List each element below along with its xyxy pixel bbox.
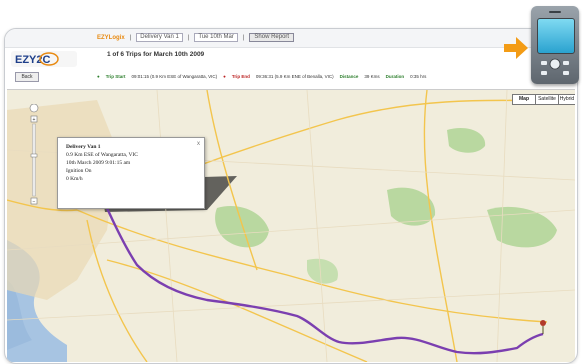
park-area (307, 258, 338, 284)
park-area (487, 206, 557, 248)
pan-icon (29, 104, 39, 113)
phone-icon (531, 6, 579, 84)
ezy2c-logo: EZY2C (11, 51, 77, 67)
trip-start-value: 09:01:15 (0.9 Km ESE of Wangaratta, VIC) (131, 74, 218, 79)
map-canvas[interactable] (7, 90, 575, 362)
distance-label: Distance (339, 74, 359, 79)
start-pin-icon: ● (97, 74, 100, 79)
date-select[interactable]: Tue 10th Mar (194, 33, 238, 42)
vehicle-select[interactable]: Delivery Van 1 (136, 33, 183, 42)
trip-end-value: 09:36:31 (5.9 Km ENE of Benalla, VIC) (255, 74, 334, 79)
popup-speed: 0 Km/h (66, 176, 83, 182)
info-popup: x Delivery Van 1 0.9 Km ESE of Wangaratt… (57, 137, 205, 209)
duration-value: 0:35 hrs (410, 74, 427, 79)
svg-text:−: − (33, 199, 36, 205)
show-report-button[interactable]: Show Report (249, 33, 295, 42)
svg-text:+: + (33, 117, 36, 123)
end-pin-icon: ● (223, 74, 226, 79)
trip-end-label: Trip End (231, 74, 250, 79)
map-view[interactable]: Map Satellite Hybrid + − x Delivery Van … (7, 89, 575, 362)
popup-datetime: 10th March 2009 9:01:15 am (66, 160, 131, 166)
trip-summary: ● Trip Start 09:01:15 (0.9 Km ESE of Wan… (97, 74, 426, 79)
end-marker (540, 320, 546, 334)
map-type-map[interactable]: Map (512, 94, 536, 105)
back-button[interactable]: Back (15, 72, 39, 82)
trip-start-label: Trip Start (105, 74, 126, 79)
popup-location: 0.9 Km ESE of Wangaratta, VIC (66, 152, 138, 158)
page-title: 1 of 6 Trips for March 10th 2009 (107, 51, 205, 58)
app-window: EZYLogix | Delivery Van 1 | Tue 10th Mar… (4, 28, 578, 364)
park-area (447, 127, 486, 153)
arrow-icon (504, 37, 528, 59)
popup-title: Delivery Van 1 (66, 144, 101, 150)
close-icon[interactable]: x (197, 140, 200, 148)
map-type-satellite[interactable]: Satellite (535, 94, 559, 105)
brand-link[interactable]: EZYLogix (97, 35, 125, 41)
popup-status: Ignition On (66, 168, 92, 174)
duration-label: Duration (385, 74, 405, 79)
map-type-hybrid[interactable]: Hybrid (558, 94, 575, 105)
distance-value: 39 Kms (364, 74, 380, 79)
top-toolbar: EZYLogix | Delivery Van 1 | Tue 10th Mar… (5, 29, 577, 48)
zoom-control[interactable]: + − (29, 104, 39, 214)
